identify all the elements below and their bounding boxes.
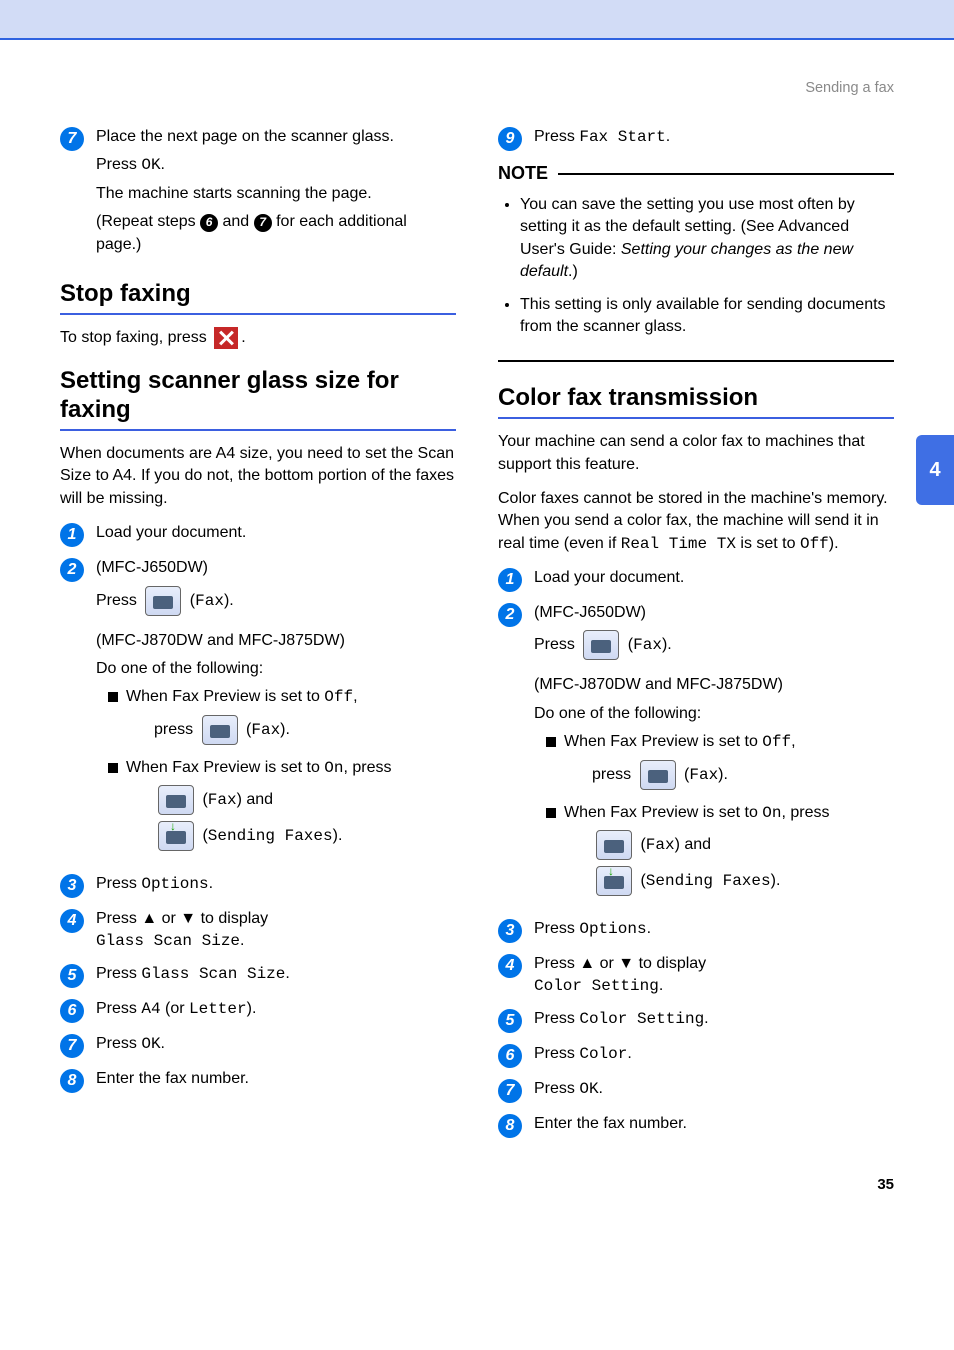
note-item-1: You can save the setting you use most of… <box>520 194 894 284</box>
do-following: Do one of the following: <box>96 658 456 680</box>
step-7-line3: The machine starts scanning the page. <box>96 183 456 205</box>
step-number: 4 <box>498 954 522 978</box>
step-number: 3 <box>498 919 522 943</box>
press-fax-line: Press (Fax). <box>96 586 456 616</box>
cancel-icon <box>214 327 238 349</box>
step-number: 5 <box>498 1009 522 1033</box>
step-text: Load your document. <box>96 522 456 547</box>
sub-on: When Fax Preview is set to On, press (Fa… <box>108 757 456 857</box>
glass-step-1: 1 Load your document. <box>60 522 456 547</box>
square-bullet-icon <box>108 692 118 702</box>
glass-step-6: 6 Press A4 (or Letter). <box>60 998 456 1023</box>
heading-color-fax: Color fax transmission <box>498 384 894 419</box>
top-bar <box>0 0 954 40</box>
color-step-4: 4 Press ▲ or ▼ to displayColor Setting. <box>498 953 894 998</box>
step-number: 7 <box>60 1034 84 1058</box>
model-line-2: (MFC-J870DW and MFC-J875DW) <box>534 674 894 696</box>
step-number: 8 <box>60 1069 84 1093</box>
glass-step-5: 5 Press Glass Scan Size. <box>60 963 456 988</box>
note-title: NOTE <box>498 163 548 184</box>
sending-faxes-icon <box>596 866 632 896</box>
step-7-line2: Press OK. <box>96 154 456 176</box>
fax-icon <box>596 830 632 860</box>
step-7-line1: Place the next page on the scanner glass… <box>96 126 456 148</box>
step-number: 7 <box>498 1079 522 1103</box>
glass-step-8: 8 Enter the fax number. <box>60 1068 456 1093</box>
color-step-6: 6 Press Color. <box>498 1043 894 1068</box>
step-9: 9 Press Fax Start. <box>498 126 894 151</box>
color-step-7: 7 Press OK. <box>498 1078 894 1103</box>
sub-off: When Fax Preview is set to Off, press (F… <box>108 686 456 750</box>
step-number: 4 <box>60 909 84 933</box>
note-item-2: This setting is only available for sendi… <box>520 294 894 339</box>
header-section: Sending a fax <box>60 80 894 96</box>
square-bullet-icon <box>546 808 556 818</box>
step-number: 3 <box>60 874 84 898</box>
sub-on: When Fax Preview is set to On, press (Fa… <box>546 802 894 902</box>
heading-stop-faxing: Stop faxing <box>60 280 456 315</box>
step-number: 6 <box>60 999 84 1023</box>
model-line: (MFC-J650DW) <box>96 557 456 579</box>
color-step-5: 5 Press Color Setting. <box>498 1008 894 1033</box>
step-number: 1 <box>60 523 84 547</box>
step-number-7: 7 <box>60 127 84 151</box>
color-intro-2: Color faxes cannot be stored in the mach… <box>498 488 894 555</box>
sending-faxes-icon <box>158 821 194 851</box>
step-number: 2 <box>498 603 522 627</box>
do-following: Do one of the following: <box>534 703 894 725</box>
note-rule <box>558 173 894 175</box>
color-step-1: 1 Load your document. <box>498 567 894 592</box>
step-number: 8 <box>498 1114 522 1138</box>
left-column: 7 Place the next page on the scanner gla… <box>60 126 456 1148</box>
step-number: 6 <box>498 1044 522 1068</box>
press-fax-line: Press (Fax). <box>534 630 894 660</box>
square-bullet-icon <box>546 737 556 747</box>
stop-faxing-text: To stop faxing, press . <box>60 327 456 350</box>
color-step-3: 3 Press Options. <box>498 918 894 943</box>
step-7: 7 Place the next page on the scanner gla… <box>60 126 456 262</box>
step-number: 9 <box>498 127 522 151</box>
sub-off: When Fax Preview is set to Off, press (F… <box>546 731 894 795</box>
heading-scanner-glass: Setting scanner glass size for faxing <box>60 367 456 431</box>
fax-icon <box>202 715 238 745</box>
square-bullet-icon <box>108 763 118 773</box>
step-7-line4: (Repeat steps 6 and 7 for each additiona… <box>96 211 456 256</box>
glass-intro: When documents are A4 size, you need to … <box>60 443 456 510</box>
fax-icon <box>158 785 194 815</box>
color-intro-1: Your machine can send a color fax to mac… <box>498 431 894 476</box>
step-number: 1 <box>498 568 522 592</box>
model-line: (MFC-J650DW) <box>534 602 894 624</box>
glass-step-4: 4 Press ▲ or ▼ to displayGlass Scan Size… <box>60 908 456 953</box>
glass-step-7: 7 Press OK. <box>60 1033 456 1058</box>
fax-icon <box>583 630 619 660</box>
model-line-2: (MFC-J870DW and MFC-J875DW) <box>96 630 456 652</box>
step-number: 5 <box>60 964 84 988</box>
right-column: 9 Press Fax Start. NOTE You can save the… <box>498 126 894 1148</box>
fax-icon <box>640 760 676 790</box>
glass-step-2: 2 (MFC-J650DW) Press (Fax). (MFC-J870DW … <box>60 557 456 863</box>
color-step-8: 8 Enter the fax number. <box>498 1113 894 1138</box>
ref-step-6-icon: 6 <box>200 214 218 232</box>
step-number: 2 <box>60 558 84 582</box>
fax-icon <box>145 586 181 616</box>
color-step-2: 2 (MFC-J650DW) Press (Fax). (MFC-J870DW … <box>498 602 894 908</box>
page-number: 35 <box>60 1176 894 1193</box>
glass-step-3: 3 Press Options. <box>60 873 456 898</box>
note-box: NOTE You can save the setting you use mo… <box>498 163 894 362</box>
chapter-tab: 4 <box>916 435 954 505</box>
ref-step-7-icon: 7 <box>254 214 272 232</box>
